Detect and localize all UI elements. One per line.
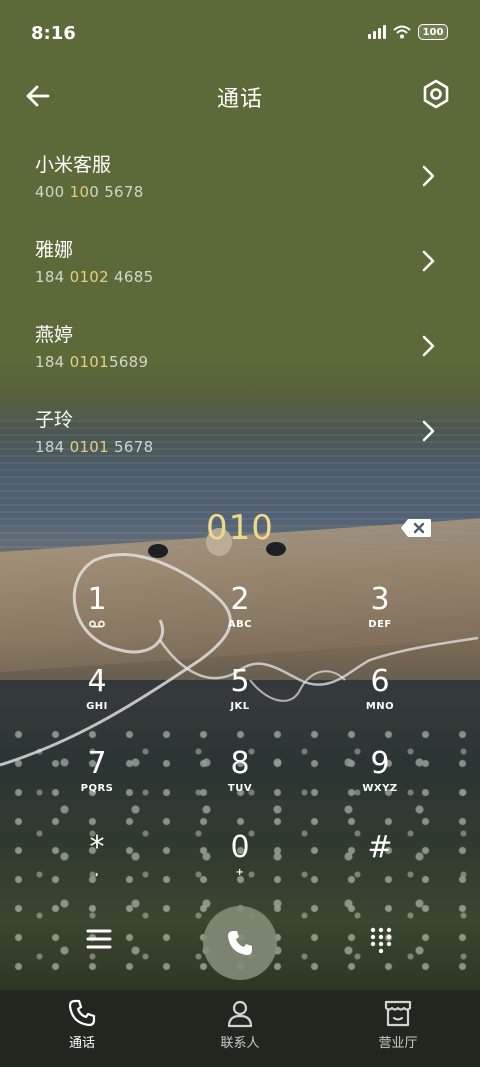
nav-tab-service-hall[interactable]: 营业厅	[338, 998, 458, 1051]
bottom-navigation: 通话 联系人 营业厅	[0, 990, 480, 1067]
phone-icon	[68, 999, 96, 1027]
nav-tab-label: 联系人	[220, 1036, 260, 1051]
wifi-icon	[393, 25, 411, 39]
dialpad-grid-icon[interactable]	[366, 924, 396, 954]
key-hash[interactable]: #	[335, 830, 425, 900]
nav-tab-label: 通话	[68, 1036, 95, 1051]
nav-tab-calls[interactable]: 通话	[22, 998, 142, 1051]
contact-row[interactable]: 子玲 184 0101 5678	[0, 395, 480, 480]
battery-icon: 100	[418, 24, 448, 40]
backspace-icon[interactable]	[400, 518, 432, 538]
person-icon	[227, 1000, 253, 1028]
key-star[interactable]: * ,	[52, 830, 142, 900]
key-3[interactable]: 3 DEF	[335, 582, 425, 652]
key-0[interactable]: 0 +	[195, 830, 285, 900]
key-2[interactable]: 2 ABC	[195, 582, 285, 652]
contact-row[interactable]: 雅娜 184 0102 4685	[0, 225, 480, 310]
key-7[interactable]: 7 PQRS	[52, 746, 142, 816]
settings-hexagon-icon[interactable]	[420, 78, 452, 110]
app-header: 通话	[0, 66, 480, 126]
chevron-right-icon[interactable]	[416, 249, 440, 273]
key-5[interactable]: 5 JKL	[195, 664, 285, 734]
chevron-right-icon[interactable]	[416, 419, 440, 443]
nav-tab-contacts[interactable]: 联系人	[180, 998, 300, 1051]
contact-name: 燕婷	[35, 324, 74, 346]
store-icon	[384, 1000, 412, 1027]
status-bar: 8:16 100	[0, 0, 480, 66]
key-1[interactable]: 1	[52, 582, 142, 652]
chevron-right-icon[interactable]	[416, 164, 440, 188]
menu-icon[interactable]	[84, 924, 114, 954]
key-4[interactable]: 4 GHI	[52, 664, 142, 734]
contact-number: 400 100 5678	[35, 183, 144, 201]
nav-tab-label: 营业厅	[378, 1036, 418, 1051]
chevron-right-icon[interactable]	[416, 334, 440, 358]
key-9[interactable]: 9 WXYZ	[335, 746, 425, 816]
contact-number: 184 0101 5678	[35, 438, 154, 456]
key-6[interactable]: 6 MNO	[335, 664, 425, 734]
voicemail-icon	[89, 620, 105, 628]
status-time: 8:16	[31, 23, 76, 44]
status-icons: 100	[368, 24, 448, 40]
matched-contacts-list: 小米客服 400 100 5678 雅娜 184 0102 4685 燕婷 18…	[0, 140, 480, 480]
contact-name: 雅娜	[35, 239, 74, 261]
contact-name: 子玲	[35, 409, 74, 431]
key-8[interactable]: 8 TUV	[195, 746, 285, 816]
contact-number: 184 0102 4685	[35, 268, 154, 286]
contact-name: 小米客服	[35, 154, 112, 176]
contact-row[interactable]: 小米客服 400 100 5678	[0, 140, 480, 225]
contact-number: 184 01015689	[35, 353, 149, 371]
phone-call-icon	[228, 931, 252, 955]
page-title: 通话	[216, 87, 263, 112]
call-button[interactable]	[203, 906, 277, 980]
contact-row[interactable]: 燕婷 184 01015689	[0, 310, 480, 395]
signal-icon	[368, 25, 386, 39]
